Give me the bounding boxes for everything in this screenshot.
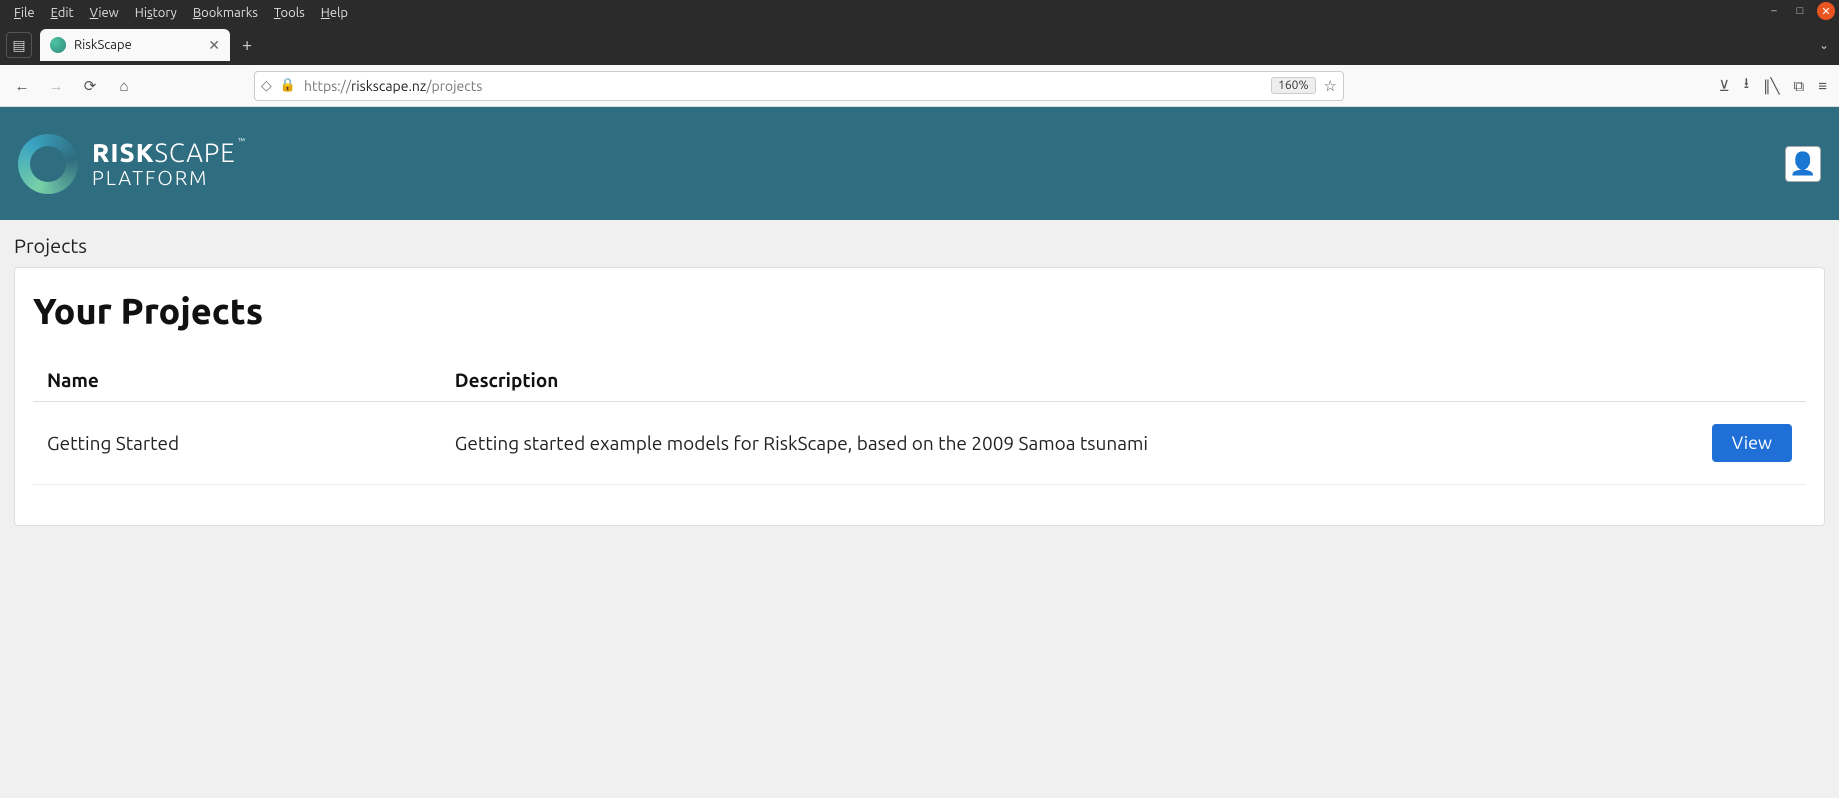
toolbar-right: ⊻ ⭳ ∥╲ ⧉ ≡ [1719, 73, 1831, 98]
menu-help[interactable]: Help [313, 6, 356, 20]
breadcrumb-projects[interactable]: Projects [14, 234, 87, 257]
bookmark-star-icon[interactable]: ☆ [1324, 77, 1337, 95]
pocket-icon[interactable]: ⊻ [1719, 77, 1730, 95]
downloads-icon[interactable]: ⭳ [1744, 73, 1749, 98]
menu-bookmarks[interactable]: Bookmarks [185, 6, 266, 20]
window-close-button[interactable]: ✕ [1817, 2, 1835, 20]
page-body: RISKSCAPE™ PLATFORM 👤 Projects Your Proj… [0, 107, 1839, 526]
breadcrumb: Projects [0, 220, 1839, 267]
window-controls: – □ ✕ [1765, 2, 1835, 20]
url-text: https://riskscape.nz/projects [304, 78, 1263, 94]
tab-favicon [50, 37, 66, 53]
menu-history[interactable]: History [127, 6, 185, 20]
library-icon[interactable]: ∥╲ [1763, 77, 1780, 95]
menu-tools[interactable]: Tools [266, 6, 313, 20]
menu-file[interactable]: File [6, 6, 43, 20]
url-bar[interactable]: ◇ 🔒 https://riskscape.nz/projects 160% ☆ [254, 71, 1344, 101]
table-row: Getting Started Getting started example … [33, 402, 1806, 485]
tab-title: RiskScape [74, 38, 132, 52]
user-account-button[interactable]: 👤 [1785, 146, 1821, 182]
zoom-badge[interactable]: 160% [1271, 77, 1315, 94]
menu-view[interactable]: View [82, 6, 127, 20]
project-name: Getting Started [33, 402, 441, 485]
window-maximize-button[interactable]: □ [1791, 2, 1809, 20]
home-button[interactable]: ⌂ [110, 72, 138, 100]
forward-button[interactable]: → [42, 72, 70, 100]
browser-tab[interactable]: RiskScape ✕ [40, 29, 230, 61]
lock-icon: 🔒 [280, 78, 296, 93]
page-title: Your Projects [33, 290, 1806, 331]
app-logo[interactable]: RISKSCAPE™ PLATFORM [18, 134, 244, 194]
logo-text: RISKSCAPE™ PLATFORM [92, 139, 244, 187]
os-menubar: File Edit View History Bookmarks Tools H… [0, 0, 1839, 25]
projects-card: Your Projects Name Description Getting S… [14, 267, 1825, 526]
col-name-header: Name [33, 359, 441, 402]
col-description-header: Description [441, 359, 1686, 402]
new-tab-button[interactable]: + [230, 35, 264, 55]
user-icon: 👤 [1789, 151, 1816, 177]
tab-overflow-button[interactable]: ⌄ [1819, 38, 1839, 52]
app-menu-button[interactable]: ≡ [1818, 77, 1827, 95]
browser-toolbar: ← → ⟳ ⌂ ◇ 🔒 https://riskscape.nz/project… [0, 65, 1839, 107]
reload-button[interactable]: ⟳ [76, 72, 104, 100]
browser-tabstrip: ▤ RiskScape ✕ + ⌄ [0, 25, 1839, 65]
app-header: RISKSCAPE™ PLATFORM 👤 [0, 107, 1839, 220]
logo-mark-icon [18, 134, 78, 194]
view-button[interactable]: View [1712, 424, 1792, 462]
extensions-icon[interactable]: ⧉ [1794, 77, 1805, 95]
projects-table: Name Description Getting Started Getting… [33, 359, 1806, 485]
shield-icon: ◇ [261, 77, 272, 94]
menu-edit[interactable]: Edit [43, 6, 82, 20]
project-description: Getting started example models for RiskS… [441, 402, 1686, 485]
window-minimize-button[interactable]: – [1765, 2, 1783, 20]
back-button[interactable]: ← [8, 72, 36, 100]
sidebar-toggle-button[interactable]: ▤ [6, 32, 32, 58]
tab-close-button[interactable]: ✕ [208, 37, 220, 54]
